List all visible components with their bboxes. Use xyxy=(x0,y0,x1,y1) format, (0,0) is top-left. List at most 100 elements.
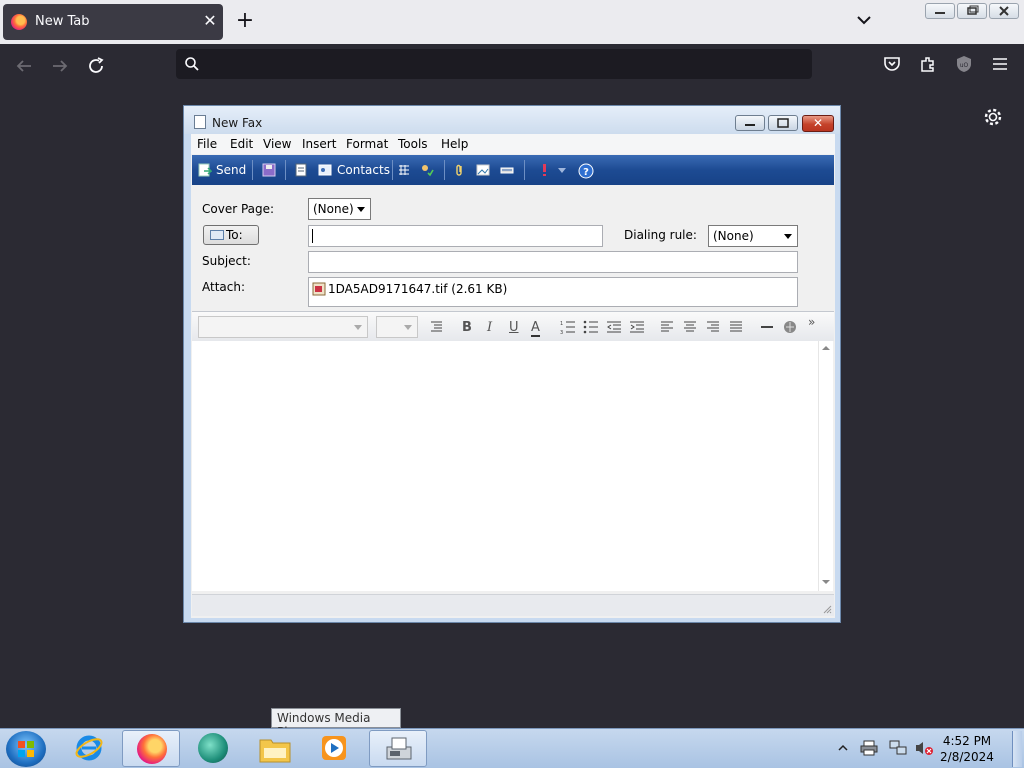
align-right-icon[interactable] xyxy=(706,320,720,334)
printer-icon[interactable] xyxy=(860,740,878,756)
insert-table-icon[interactable] xyxy=(397,163,411,177)
clock-time: 4:52 PM xyxy=(942,734,992,748)
underline-button[interactable]: U xyxy=(509,320,519,335)
close-tab-icon[interactable]: ✕ xyxy=(201,12,219,30)
search-icon xyxy=(185,57,199,71)
menu-bar: File Edit View Insert Format Tools Help xyxy=(191,134,835,154)
to-button[interactable]: To: xyxy=(203,225,259,245)
restore-button[interactable] xyxy=(957,3,987,19)
increase-indent-icon[interactable] xyxy=(629,320,645,334)
menu-help[interactable]: Help xyxy=(441,137,468,151)
dialing-rule-label: Dialing rule: xyxy=(624,228,697,242)
volume-muted-icon[interactable] xyxy=(914,740,934,756)
pocket-icon[interactable] xyxy=(882,54,902,74)
reload-icon[interactable] xyxy=(84,54,108,78)
to-field[interactable] xyxy=(308,225,603,247)
fax-client-area: File Edit View Insert Format Tools Help … xyxy=(191,134,835,618)
italic-button[interactable]: I xyxy=(487,320,492,335)
align-center-icon[interactable] xyxy=(683,320,697,334)
contacts-button[interactable]: Contacts xyxy=(337,163,390,177)
font-size-dropdown[interactable] xyxy=(376,316,418,338)
numbered-list-icon[interactable]: 13 xyxy=(560,320,576,334)
back-icon[interactable] xyxy=(12,54,36,78)
start-button[interactable] xyxy=(6,731,46,767)
insert-link-icon[interactable] xyxy=(782,319,798,335)
cover-page-label: Cover Page: xyxy=(202,202,275,216)
message-body-editor[interactable] xyxy=(192,341,818,591)
taskbar-file-explorer[interactable] xyxy=(246,730,304,767)
font-name-dropdown[interactable] xyxy=(198,316,368,338)
show-hidden-icons-icon[interactable] xyxy=(838,743,848,753)
cover-page-dropdown[interactable]: (None) xyxy=(308,198,371,220)
menu-view[interactable]: View xyxy=(263,137,291,151)
menu-icon[interactable] xyxy=(990,54,1010,74)
ublock-icon[interactable]: uO xyxy=(954,54,974,74)
tab-new-tab[interactable]: New Tab ✕ xyxy=(3,4,223,40)
gear-icon[interactable] xyxy=(982,106,1004,128)
new-fax-window: New Fax ✕ File Edit View Insert Format T… xyxy=(183,105,841,623)
file-explorer-icon xyxy=(259,739,291,763)
svg-text:?: ? xyxy=(583,167,589,178)
fax-minimize-button[interactable] xyxy=(735,115,765,131)
cover-page-icon[interactable] xyxy=(294,163,308,177)
more-options-button[interactable]: » xyxy=(808,315,815,329)
check-names-icon[interactable] xyxy=(420,163,434,177)
extensions-icon[interactable] xyxy=(918,54,938,74)
dialing-rule-value: (None) xyxy=(713,229,754,243)
taskbar-app[interactable] xyxy=(184,730,242,767)
system-clock[interactable]: 4:52 PM 2/8/2024 xyxy=(938,733,996,765)
scan-icon[interactable] xyxy=(500,163,514,177)
show-desktop-button[interactable] xyxy=(1012,731,1022,767)
menu-tools[interactable]: Tools xyxy=(398,137,428,151)
resize-grip-icon[interactable] xyxy=(822,604,832,614)
help-icon[interactable]: ? xyxy=(578,163,594,179)
svg-text:1: 1 xyxy=(560,321,563,327)
chevron-down-icon[interactable] xyxy=(854,10,874,30)
save-icon[interactable] xyxy=(262,163,276,177)
align-left-icon[interactable] xyxy=(660,320,674,334)
menu-file[interactable]: File xyxy=(197,137,217,151)
toolbar-separator xyxy=(252,160,253,180)
new-tab-button[interactable]: + xyxy=(234,10,256,32)
priority-icon[interactable] xyxy=(537,163,551,177)
format-toolbar: B I U A 13 » xyxy=(192,311,834,341)
insert-picture-icon[interactable] xyxy=(476,163,490,177)
forward-icon[interactable] xyxy=(48,54,72,78)
close-window-button[interactable] xyxy=(989,3,1019,19)
decrease-indent-icon[interactable] xyxy=(606,320,622,334)
fax-close-button[interactable]: ✕ xyxy=(802,115,834,132)
editor-scrollbar[interactable] xyxy=(818,341,833,591)
bulleted-list-icon[interactable] xyxy=(583,320,599,334)
subject-field[interactable] xyxy=(308,251,798,273)
menu-edit[interactable]: Edit xyxy=(230,137,253,151)
taskbar-firefox[interactable] xyxy=(122,730,180,767)
scroll-down-icon[interactable] xyxy=(822,579,830,585)
taskbar-internet-explorer[interactable] xyxy=(60,730,118,767)
firefox-taskbar-icon xyxy=(137,734,167,764)
taskbar-windows-media-player[interactable] xyxy=(306,730,364,767)
text-cursor xyxy=(312,229,313,243)
horizontal-line-icon[interactable] xyxy=(760,320,774,334)
paragraph-style-icon[interactable] xyxy=(429,319,445,335)
scroll-up-icon[interactable] xyxy=(822,345,830,351)
subject-label: Subject: xyxy=(202,254,251,268)
attachment-filename[interactable]: 1DA5AD9171647.tif (2.61 KB) xyxy=(328,282,507,296)
attach-icon[interactable] xyxy=(452,163,466,177)
network-icon[interactable] xyxy=(889,740,907,756)
priority-dropdown-icon[interactable] xyxy=(558,168,566,174)
menu-format[interactable]: Format xyxy=(346,137,388,151)
taskbar: 4:52 PM 2/8/2024 xyxy=(0,728,1024,768)
toolbar-separator xyxy=(392,160,393,180)
attach-field[interactable]: 1DA5AD9171647.tif (2.61 KB) xyxy=(308,277,798,307)
fax-maximize-button[interactable] xyxy=(768,115,798,131)
url-bar[interactable] xyxy=(176,49,812,79)
menu-insert[interactable]: Insert xyxy=(302,137,336,151)
fax-title-bar[interactable]: New Fax ✕ xyxy=(184,106,840,134)
dialing-rule-dropdown[interactable]: (None) xyxy=(708,225,798,247)
taskbar-fax-scan[interactable] xyxy=(369,730,427,767)
send-button[interactable]: Send xyxy=(216,163,246,177)
font-color-button[interactable]: A xyxy=(531,320,540,337)
justify-icon[interactable] xyxy=(729,320,743,334)
minimize-button[interactable] xyxy=(925,3,955,19)
bold-button[interactable]: B xyxy=(462,320,472,335)
